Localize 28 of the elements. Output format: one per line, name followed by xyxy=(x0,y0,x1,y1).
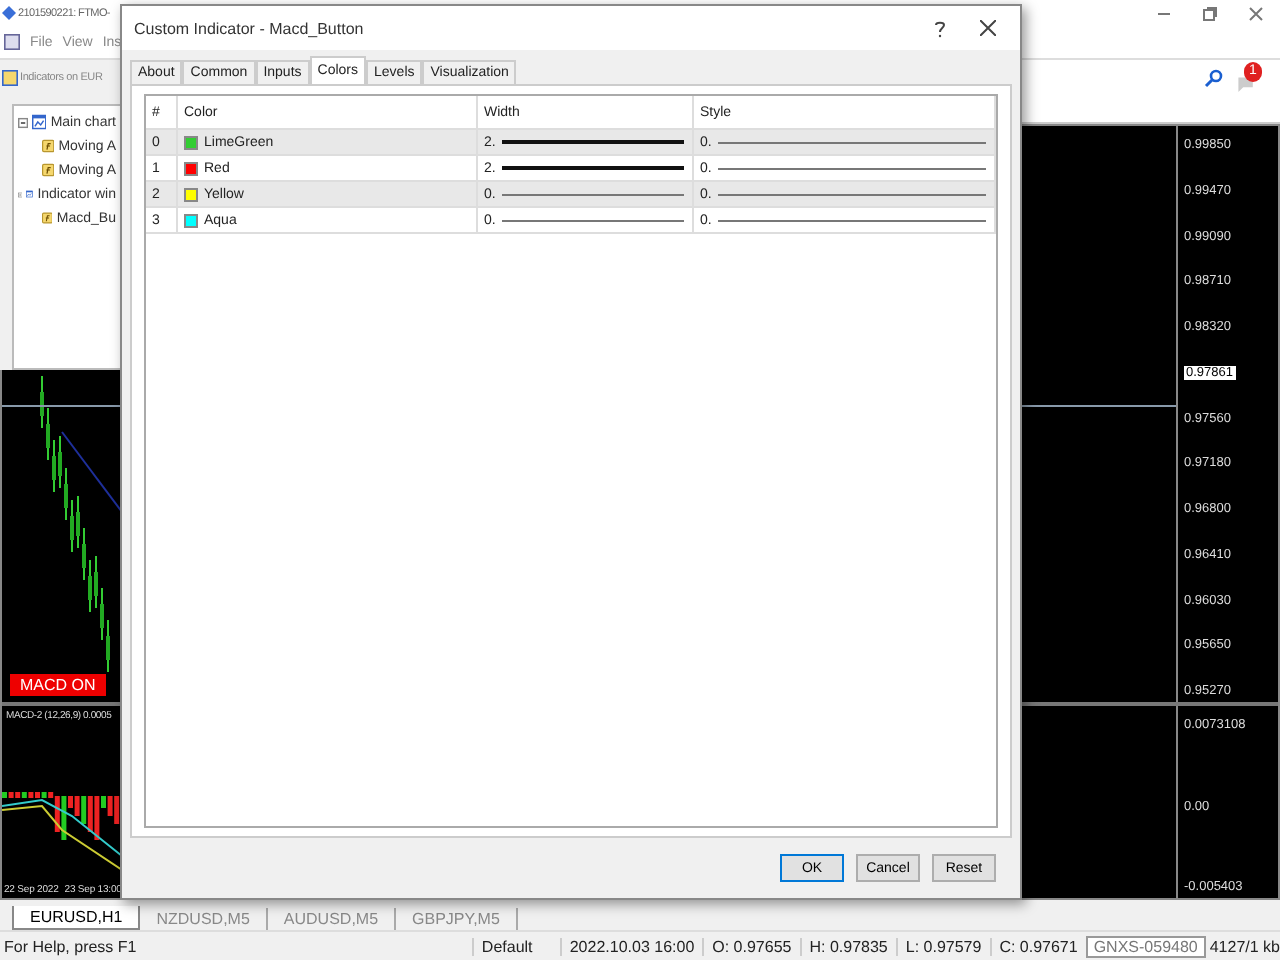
status-profile: Default xyxy=(471,937,560,955)
status-help: For Help, press F1 xyxy=(2,937,139,955)
dialog-title: Custom Indicator - Macd_Button xyxy=(134,19,366,37)
server-tooltip: GNXS-059480 xyxy=(1085,935,1206,957)
status-low: L: 0.97579 xyxy=(895,937,990,955)
chart-tab[interactable]: EURUSD,H1 xyxy=(12,906,141,930)
window-icon xyxy=(32,112,47,132)
diamond-icon xyxy=(2,6,16,20)
indicator-icon xyxy=(42,208,53,228)
indicator-icon xyxy=(42,160,55,180)
status-traffic: 4127/1 kb xyxy=(1207,937,1280,955)
collapse-icon[interactable] xyxy=(18,187,23,201)
signal-line xyxy=(2,798,122,857)
list-icon xyxy=(2,70,18,86)
help-icon[interactable] xyxy=(934,19,946,37)
trend-line xyxy=(61,431,122,513)
macd-line xyxy=(2,804,122,871)
status-high: H: 0.97835 xyxy=(799,937,896,955)
indicator-icon xyxy=(42,136,55,156)
macd-toggle-button[interactable]: MACD ON xyxy=(10,674,106,696)
search-icon xyxy=(1204,68,1224,88)
status-time: 2022.10.03 16:00 xyxy=(559,937,703,955)
chart-window-icon xyxy=(4,34,20,50)
status-open: O: 0.97655 xyxy=(702,937,800,955)
window-icon xyxy=(26,184,34,204)
collapse-icon[interactable] xyxy=(18,115,29,129)
macd-histogram xyxy=(2,792,120,840)
close-icon[interactable] xyxy=(980,20,996,36)
